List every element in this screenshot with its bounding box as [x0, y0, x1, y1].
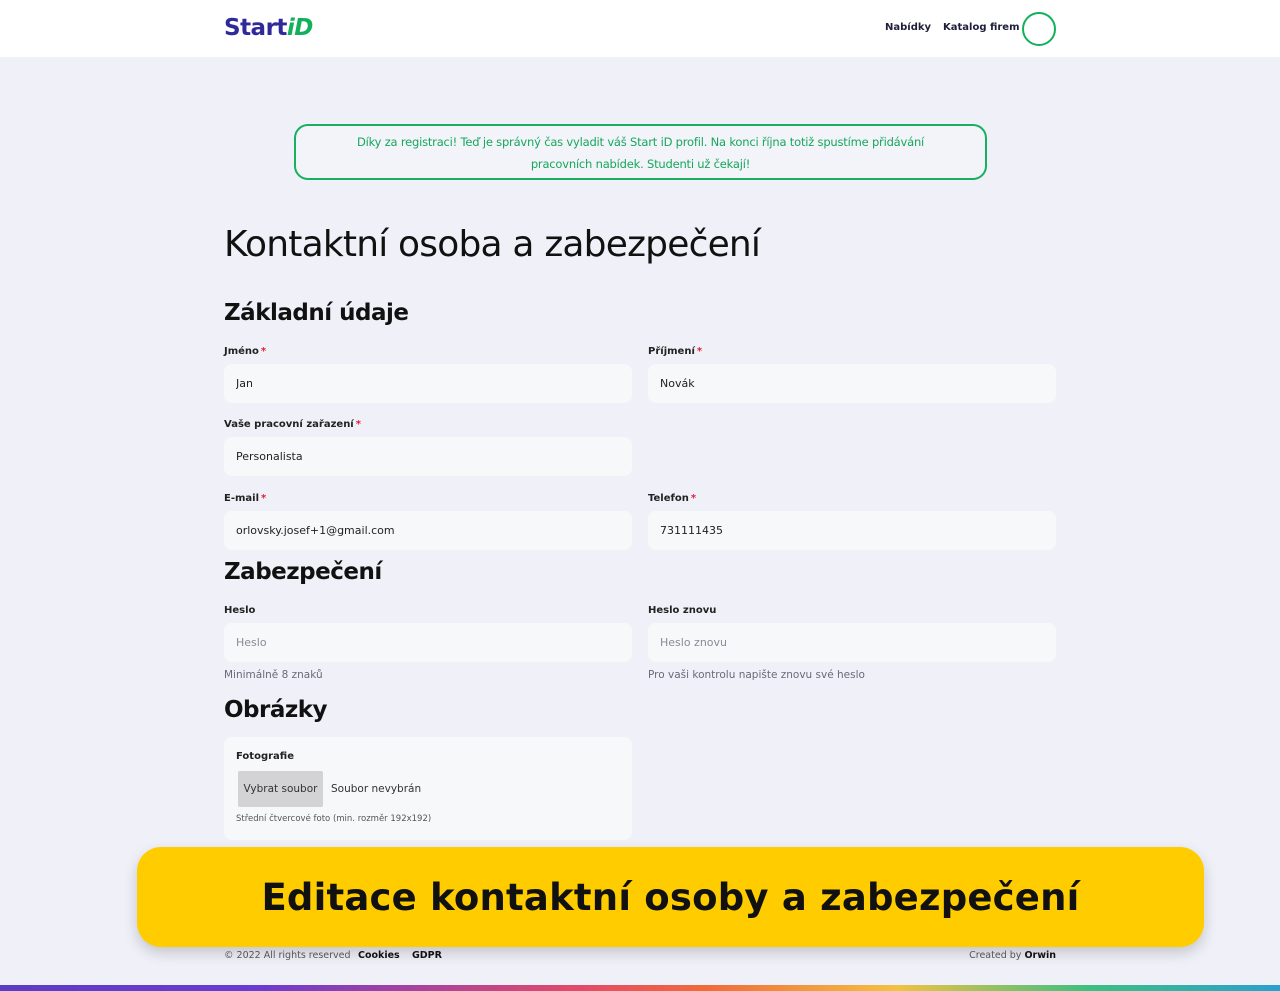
logo-accent: iD [286, 15, 313, 41]
created-by-text: Created by [969, 950, 1022, 961]
required-mark: * [355, 419, 361, 430]
caption-banner-text: Editace kontaktní osoby a zabezpečení [261, 875, 1080, 919]
page-title: Kontaktní osoba a zabezpečení [224, 224, 761, 265]
user-avatar[interactable] [1022, 12, 1056, 46]
required-mark: * [261, 493, 267, 504]
required-mark: * [260, 346, 267, 357]
last-name-label: Příjmení * [648, 346, 702, 357]
nav-offers-link[interactable]: Nabídky [885, 22, 931, 33]
caption-banner: Editace kontaktní osoby a zabezpečení [137, 847, 1204, 947]
footer-gdpr-link[interactable]: GDPR [412, 950, 442, 961]
section-security-title: Zabezpečení [224, 559, 382, 585]
choose-file-button[interactable]: Vybrat soubor [238, 771, 323, 807]
email-label: E-mail * [224, 493, 266, 504]
email-label-text: E-mail [224, 493, 260, 504]
password-label: Heslo [224, 605, 256, 616]
phone-input[interactable] [648, 511, 1056, 550]
password-again-hint: Pro vaši kontrolu napište znovu své hesl… [648, 669, 865, 681]
photo-label: Fotografie [236, 751, 294, 762]
registration-notice: Díky za registraci! Teď je správný čas v… [294, 124, 987, 180]
password-again-input[interactable] [648, 623, 1056, 662]
footer-copyright: © 2022 All rights reserved [224, 950, 351, 961]
first-name-label-text: Jméno [224, 346, 259, 357]
section-basic-title: Základní údaje [224, 300, 409, 326]
file-status: Soubor nevybrán [331, 783, 422, 795]
rainbow-bottom-bar [0, 985, 1280, 991]
phone-label: Telefon * [648, 493, 696, 504]
footer-cookies-link[interactable]: Cookies [358, 950, 400, 961]
required-mark: * [690, 493, 697, 504]
password-again-label: Heslo znovu [648, 605, 717, 616]
email-input[interactable] [224, 511, 632, 550]
footer-created-by: Created by Orwin [969, 950, 1056, 961]
nav-catalog-link[interactable]: Katalog firem [943, 22, 1020, 33]
first-name-input[interactable] [224, 364, 632, 403]
section-images-title: Obrázky [224, 697, 328, 723]
start-id-logo[interactable]: StartiD [224, 15, 313, 41]
phone-label-text: Telefon [648, 493, 689, 504]
top-header: StartiD Nabídky Katalog firem [0, 0, 1280, 57]
first-name-label: Jméno * [224, 346, 266, 357]
last-name-label-text: Příjmení [648, 346, 695, 357]
password-input[interactable] [224, 623, 632, 662]
position-label-text: Vaše pracovní zařazení [224, 419, 354, 430]
photo-hint: Střední čtvercové foto (min. rozměr 192x… [236, 814, 432, 824]
position-label: Vaše pracovní zařazení * [224, 419, 361, 430]
photo-upload-box: Fotografie Vybrat soubor Soubor nevybrán… [224, 737, 632, 840]
last-name-input[interactable] [648, 364, 1056, 403]
author-link[interactable]: Orwin [1024, 950, 1056, 961]
required-mark: * [696, 346, 703, 357]
logo-main: Start [224, 15, 287, 41]
password-hint: Minimálně 8 znaků [224, 669, 323, 681]
position-input[interactable] [224, 437, 632, 476]
